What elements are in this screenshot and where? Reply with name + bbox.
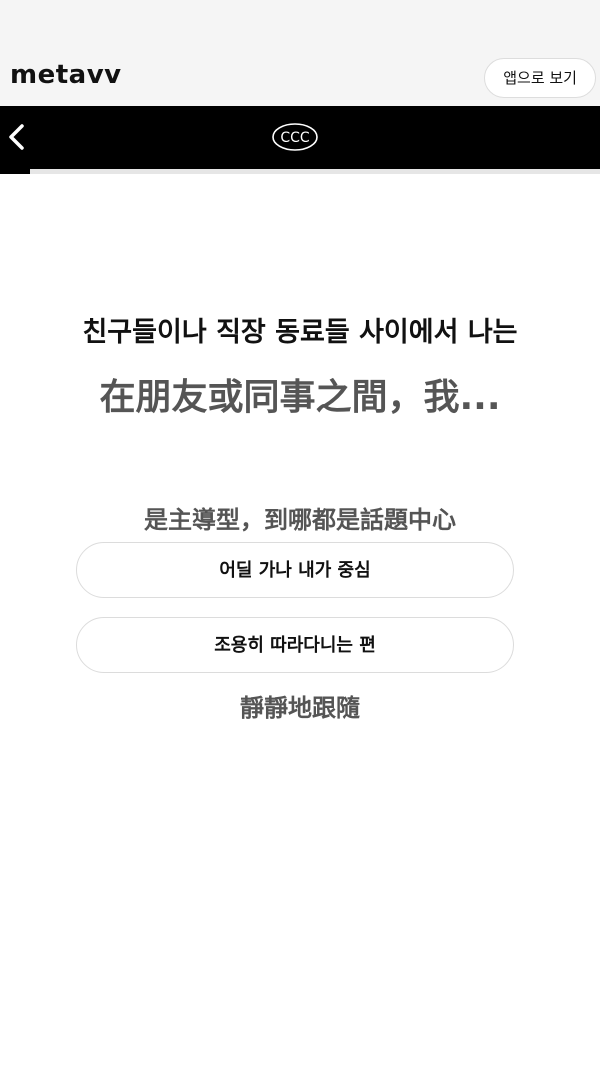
status-bar bbox=[0, 0, 600, 56]
option-button-1[interactable]: 어딜 가나 내가 중심 bbox=[76, 542, 514, 598]
chevron-left-icon[interactable] bbox=[4, 120, 30, 154]
brand-logo[interactable]: metavv bbox=[10, 60, 122, 90]
progress-fill bbox=[0, 169, 30, 174]
open-in-app-button[interactable]: 앱으로 보기 bbox=[484, 58, 596, 98]
option-1-annotation: 是主導型，到哪都是話題中心 bbox=[144, 506, 456, 534]
option-2-annotation: 靜靜地跟隨 bbox=[240, 694, 360, 722]
quiz-navbar: CCC bbox=[0, 106, 600, 169]
progress-bar bbox=[0, 169, 600, 174]
ccc-logo: CCC bbox=[272, 123, 318, 151]
option-button-2[interactable]: 조용히 따라다니는 편 bbox=[76, 617, 514, 673]
question-text-ko: 친구들이나 직장 동료들 사이에서 나는 bbox=[82, 317, 518, 348]
ccc-logo-text: CCC bbox=[280, 130, 310, 146]
app-header: metavv 앱으로 보기 bbox=[0, 56, 600, 106]
question-text-zh: 在朋友或同事之間，我... bbox=[99, 377, 501, 418]
